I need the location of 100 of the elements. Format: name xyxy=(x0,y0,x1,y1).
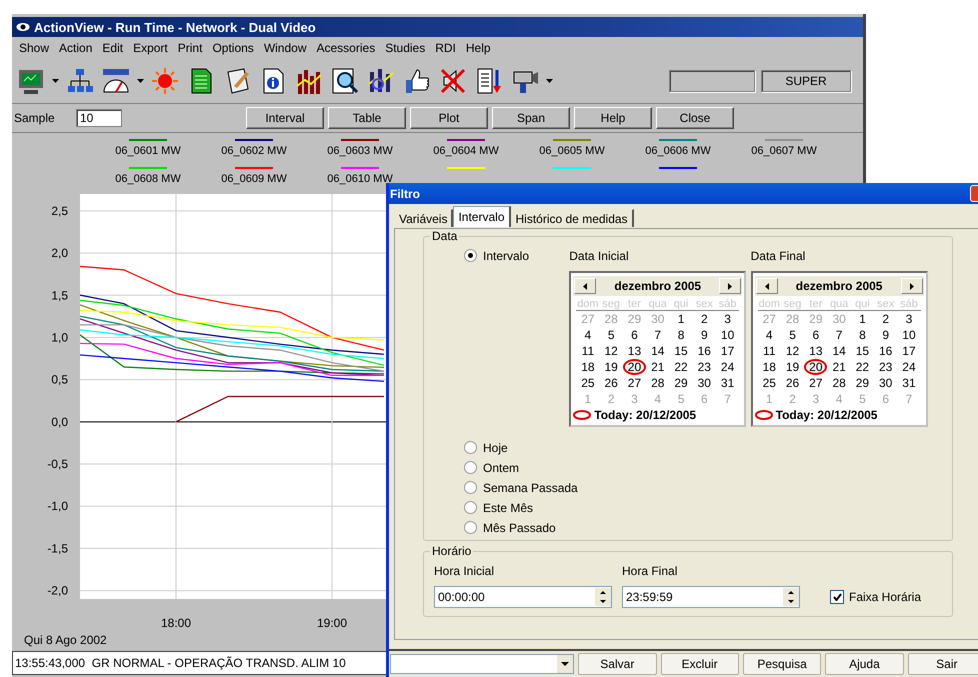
calendar-day[interactable]: 4 xyxy=(758,327,781,343)
calendar-day[interactable]: 27 xyxy=(804,375,828,391)
menu-item[interactable]: Acessories xyxy=(312,41,380,55)
calendar-day[interactable]: 7 xyxy=(646,327,670,343)
radio-option[interactable]: Mês Passado xyxy=(464,521,932,534)
next-month-button[interactable] xyxy=(900,278,923,294)
menu-item[interactable]: Export xyxy=(128,41,173,55)
calendar-day[interactable]: 16 xyxy=(874,343,898,359)
toolbar-button[interactable]: Interval xyxy=(246,107,324,129)
menu-item[interactable]: Help xyxy=(460,41,496,55)
calendar-day[interactable]: 21 xyxy=(827,359,851,375)
dialog-button[interactable]: Sair xyxy=(908,653,978,675)
calendar-day[interactable]: 23 xyxy=(874,359,898,375)
dialog-button[interactable]: Ajuda xyxy=(825,653,904,675)
calendar-day[interactable]: 20 xyxy=(622,359,646,375)
calendar-day[interactable]: 30 xyxy=(692,375,716,391)
magnifier-icon[interactable] xyxy=(330,66,360,96)
calendar-day[interactable]: 29 xyxy=(850,375,874,391)
checkbox[interactable] xyxy=(830,590,844,604)
toolbar-button[interactable]: Table xyxy=(328,107,406,129)
calendar-day[interactable]: 24 xyxy=(716,359,740,375)
calendar-day[interactable]: 27 xyxy=(622,375,646,391)
today-label[interactable]: Today: 20/12/2005 xyxy=(776,408,878,422)
calendar-day[interactable]: 26 xyxy=(600,375,623,391)
calendar-day[interactable]: 2 xyxy=(692,311,716,327)
menu-item[interactable]: Studies xyxy=(380,41,430,55)
calendar-day[interactable]: 15 xyxy=(850,343,874,359)
calendar-day[interactable]: 15 xyxy=(669,343,693,359)
calendar-day[interactable]: 2 xyxy=(874,311,898,327)
radio-option[interactable]: Intervalo xyxy=(464,249,570,262)
calendar-day[interactable]: 4 xyxy=(576,327,600,343)
time-field[interactable]: 00:00:00 xyxy=(434,586,612,608)
calendar-day[interactable]: 25 xyxy=(758,375,781,391)
spinner-icon[interactable] xyxy=(595,588,611,606)
previous-month-button[interactable] xyxy=(756,278,778,294)
calendar-day[interactable]: 19 xyxy=(600,359,623,375)
calendar-day[interactable]: 5 xyxy=(780,327,804,343)
calendar-day[interactable]: 8 xyxy=(669,327,693,343)
calendar-day[interactable]: 22 xyxy=(850,359,874,375)
caret-icon[interactable] xyxy=(52,79,59,83)
calendar-day[interactable]: 16 xyxy=(692,343,716,359)
calendar-day[interactable]: 30 xyxy=(874,375,898,391)
toolbar-button[interactable]: Help xyxy=(574,107,652,129)
dropdown-field[interactable] xyxy=(390,654,574,674)
next-month-button[interactable] xyxy=(719,278,742,294)
calendar-day[interactable]: 24 xyxy=(897,359,921,375)
calendar-day[interactable]: 20 xyxy=(804,359,828,375)
radio-icon[interactable] xyxy=(464,501,477,514)
calendar-day[interactable]: 31 xyxy=(716,375,740,391)
radio-icon[interactable] xyxy=(464,481,477,494)
today-label[interactable]: Today: 20/12/2005 xyxy=(594,408,696,422)
calendar-day[interactable]: 26 xyxy=(780,375,804,391)
calendar-day[interactable]: 14 xyxy=(827,343,851,359)
calendar-day[interactable]: 19 xyxy=(780,359,804,375)
calendar-day[interactable]: 22 xyxy=(669,359,693,375)
menu-item[interactable]: Edit xyxy=(97,41,128,55)
radio-option[interactable]: Semana Passada xyxy=(464,481,932,494)
calendar-day[interactable]: 11 xyxy=(576,343,600,359)
caret-icon[interactable] xyxy=(137,79,144,83)
calendar-day[interactable]: 10 xyxy=(897,327,921,343)
menu-item[interactable]: Action xyxy=(54,41,98,55)
caret-icon[interactable] xyxy=(561,662,570,666)
spinner-icon[interactable] xyxy=(783,588,799,606)
calendar-day[interactable]: 14 xyxy=(646,343,670,359)
calendar-day[interactable]: 25 xyxy=(576,375,600,391)
calendar-day[interactable]: 21 xyxy=(646,359,670,375)
dialog-button[interactable]: Excluir xyxy=(660,653,739,675)
menu-item[interactable]: Show xyxy=(14,41,54,55)
sample-field[interactable]: 10 xyxy=(76,109,122,127)
menu-item[interactable]: Options xyxy=(207,41,259,55)
calendar-day[interactable]: 9 xyxy=(874,327,898,343)
calendar-day[interactable]: 13 xyxy=(804,343,828,359)
muted-speaker-icon[interactable] xyxy=(438,66,468,96)
radio-icon[interactable] xyxy=(464,441,477,454)
dialog-button[interactable]: Salvar xyxy=(578,653,656,675)
radio-icon[interactable] xyxy=(464,521,477,534)
calendar-day[interactable]: 10 xyxy=(716,327,740,343)
toolbar-button[interactable]: Close xyxy=(656,107,734,129)
previous-month-button[interactable] xyxy=(574,278,596,294)
caret-icon[interactable] xyxy=(546,79,553,83)
dialog-button[interactable]: Pesquisa xyxy=(742,653,822,675)
calendar-day[interactable]: 3 xyxy=(897,311,921,327)
radio-icon[interactable] xyxy=(464,461,477,474)
calendar-day[interactable]: 8 xyxy=(850,327,874,343)
menu-item[interactable]: Window xyxy=(258,41,312,55)
time-field[interactable]: 23:59:59 xyxy=(622,586,800,608)
calendar-day[interactable]: 9 xyxy=(692,327,716,343)
calendar-day[interactable]: 1 xyxy=(850,311,874,327)
calendar-day[interactable]: 18 xyxy=(576,359,600,375)
calendar-day[interactable]: 18 xyxy=(758,359,781,375)
calendar-day[interactable]: 11 xyxy=(758,343,781,359)
calendar-day[interactable]: 5 xyxy=(600,327,623,343)
calendar-day[interactable]: 3 xyxy=(716,311,740,327)
menu-item[interactable]: RDI xyxy=(430,41,461,55)
tab[interactable]: Intervalo xyxy=(453,206,510,227)
calendar-day[interactable]: 29 xyxy=(669,375,693,391)
radio-option[interactable]: Este Mês xyxy=(464,501,932,514)
calendar-day[interactable]: 28 xyxy=(646,375,670,391)
calendar-day[interactable]: 12 xyxy=(600,343,623,359)
toolbar-button[interactable]: Plot xyxy=(410,107,488,129)
